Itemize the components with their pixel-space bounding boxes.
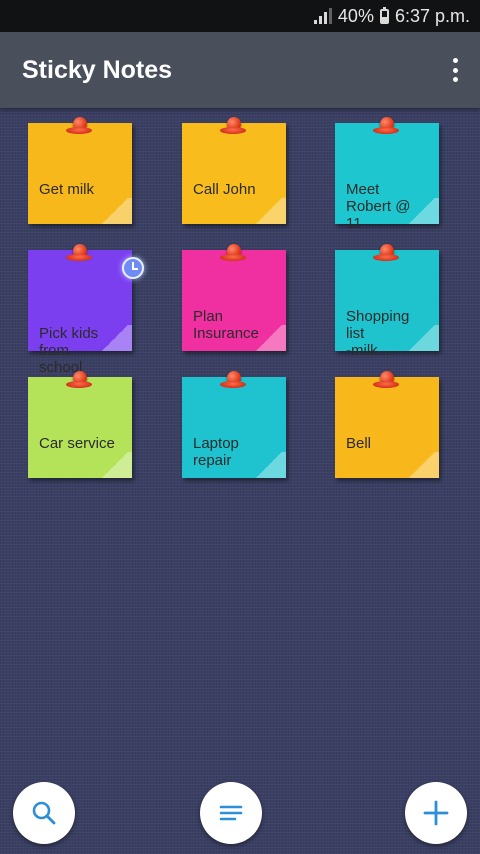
sticky-note[interactable]: Plan Insurance xyxy=(182,244,286,351)
signal-icon xyxy=(313,8,332,24)
sticky-note[interactable]: Call John xyxy=(182,117,286,224)
note-text: Plan Insurance xyxy=(193,308,259,342)
pushpin-icon xyxy=(373,117,399,137)
app-title: Sticky Notes xyxy=(22,55,173,84)
sticky-note[interactable]: Shopping list -milk... xyxy=(335,244,439,359)
clock-time: 6:37 p.m. xyxy=(394,5,470,26)
list-icon xyxy=(219,805,243,821)
pushpin-icon xyxy=(373,244,399,264)
battery-icon xyxy=(379,6,389,24)
pushpin-icon xyxy=(66,371,92,391)
note-text: Get milk xyxy=(39,181,95,198)
pushpin-icon xyxy=(220,371,246,391)
pushpin-icon xyxy=(220,244,246,264)
search-icon xyxy=(32,801,56,825)
battery-percent: 40% xyxy=(337,5,374,26)
search-button[interactable] xyxy=(13,782,75,844)
sticky-note[interactable]: Car service xyxy=(28,371,132,478)
status-bar: 40% 6:37 p.m. xyxy=(0,0,480,32)
note-text: Call John xyxy=(193,181,256,198)
add-note-button[interactable] xyxy=(405,782,467,844)
note-text: Pick kids from school xyxy=(39,325,99,376)
note-text: Meet Robert @ 11 xyxy=(346,181,411,232)
sticky-note[interactable]: Laptop repair xyxy=(182,371,286,478)
overflow-menu-icon[interactable] xyxy=(450,58,460,82)
pushpin-icon xyxy=(66,117,92,137)
sticky-note[interactable]: Meet Robert @ 11 xyxy=(335,117,439,232)
pushpin-icon xyxy=(66,244,92,264)
sticky-note[interactable]: Bell xyxy=(335,371,439,478)
pushpin-icon xyxy=(373,371,399,391)
note-text: Laptop repair xyxy=(193,435,239,469)
pushpin-icon xyxy=(220,117,246,137)
note-text: Bell xyxy=(346,435,372,452)
note-text: Shopping list -milk... xyxy=(346,308,410,359)
note-text: Car service xyxy=(39,435,115,452)
app-bar: Sticky Notes xyxy=(0,32,480,108)
reminder-clock-icon xyxy=(122,257,144,279)
sticky-note[interactable]: Pick kids from school xyxy=(28,244,144,376)
add-icon xyxy=(423,800,449,826)
sort-list-button[interactable] xyxy=(200,782,262,844)
sticky-note[interactable]: Get milk xyxy=(28,117,132,224)
